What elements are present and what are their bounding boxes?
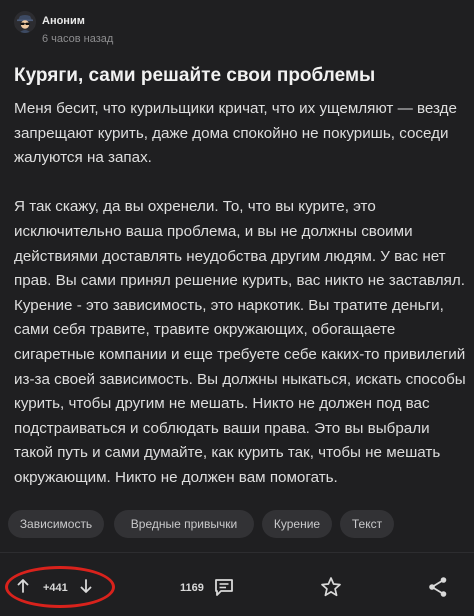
anonymous-avatar-icon[interactable] xyxy=(14,11,36,33)
upvote-arrow-icon[interactable] xyxy=(17,579,29,593)
author-name[interactable]: Аноним xyxy=(42,15,85,27)
share-icon[interactable] xyxy=(428,576,448,603)
footer-divider xyxy=(0,552,474,553)
post-header: Аноним 6 часов назад xyxy=(14,10,314,46)
star-icon[interactable] xyxy=(320,576,342,603)
tag-list: Зависимость Вредные привычки Курение Тек… xyxy=(8,510,468,540)
tag-chip[interactable]: Курение xyxy=(262,510,332,538)
post-time: 6 часов назад xyxy=(42,33,114,45)
post-title[interactable]: Куряги, сами решайте свои проблемы xyxy=(14,62,464,90)
vote-score: +441 xyxy=(43,582,68,594)
post-paragraph: Меня бесит, что курильщики кричат, что и… xyxy=(14,100,457,167)
tag-chip[interactable]: Текст xyxy=(340,510,394,538)
comment-icon[interactable] xyxy=(214,578,234,602)
post-footer: +441 1169 xyxy=(0,566,474,610)
tag-chip[interactable]: Вредные привычки xyxy=(114,510,254,538)
tag-chip[interactable]: Зависимость xyxy=(8,510,104,538)
post-body: Меня бесит, что курильщики кричат, что и… xyxy=(14,97,466,491)
downvote-arrow-icon[interactable] xyxy=(80,579,92,593)
comment-count[interactable]: 1169 xyxy=(180,582,204,594)
post-paragraph: Я так скажу, да вы охренели. То, что вы … xyxy=(14,198,466,486)
